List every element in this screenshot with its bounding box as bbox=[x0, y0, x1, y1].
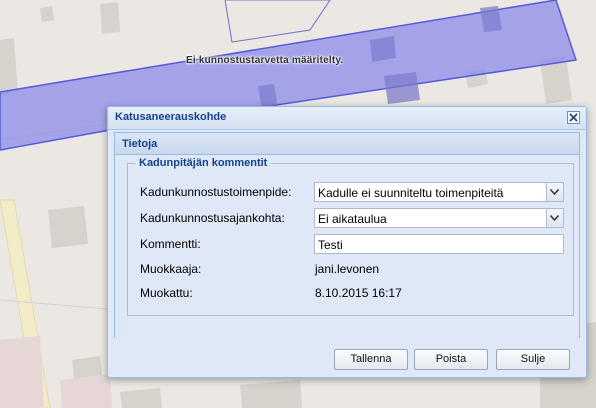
dialog-header[interactable]: Katusaneerauskohde bbox=[108, 107, 586, 130]
close-button[interactable]: Sulje bbox=[496, 349, 570, 370]
save-button[interactable]: Tallenna bbox=[334, 349, 408, 370]
map-building bbox=[224, 0, 331, 43]
ajankohta-value: Ei aikataulua bbox=[318, 212, 387, 226]
row-ajankohta: Kadunkunnostusajankohta: Ei aikataulua bbox=[140, 208, 570, 228]
muokkaaja-value: jani.levonen bbox=[315, 262, 380, 276]
map-building bbox=[240, 380, 302, 408]
comments-fieldset: Kadunpitäjän kommentit Kadunkunnostustoi… bbox=[127, 157, 574, 316]
kommentti-value: Testi bbox=[318, 238, 343, 252]
dialog-title: Katusaneerauskohde bbox=[115, 111, 227, 123]
map-building bbox=[60, 374, 112, 408]
katusaneerauskohde-dialog: Katusaneerauskohde Tietoja Kadunpitäjän … bbox=[107, 106, 587, 378]
chevron-down-icon[interactable] bbox=[546, 183, 563, 201]
map-area-label: Ei kunnostustarvetta määritelty. bbox=[186, 55, 344, 66]
map-building bbox=[100, 2, 120, 34]
row-kommentti: Kommentti: Testi bbox=[140, 234, 570, 254]
ajankohta-select[interactable]: Ei aikataulua bbox=[314, 208, 564, 228]
ajankohta-label: Kadunkunnostusajankohta: bbox=[140, 211, 285, 225]
toimenpide-select[interactable]: Kadulle ei suunniteltu toimenpiteitä bbox=[314, 182, 564, 202]
map-building bbox=[40, 6, 54, 22]
chevron-down-icon[interactable] bbox=[546, 209, 563, 227]
map-building bbox=[0, 38, 18, 96]
kommentti-label: Kommentti: bbox=[140, 237, 201, 251]
map-building bbox=[384, 72, 420, 104]
map-building bbox=[120, 388, 162, 408]
info-panel: Tietoja Kadunpitäjän kommentit Kadunkunn… bbox=[114, 132, 580, 338]
delete-button[interactable]: Poista bbox=[414, 349, 488, 370]
muokattu-value: 8.10.2015 16:17 bbox=[315, 286, 402, 300]
toimenpide-label: Kadunkunnostustoimenpide: bbox=[140, 185, 292, 199]
fieldset-legend: Kadunpitäjän kommentit bbox=[135, 157, 272, 169]
map-building bbox=[48, 206, 88, 248]
toimenpide-value: Kadulle ei suunniteltu toimenpiteitä bbox=[318, 186, 504, 200]
dialog-buttons: Tallenna Poista Sulje bbox=[108, 347, 586, 373]
muokkaaja-label: Muokkaaja: bbox=[140, 262, 202, 276]
map-building bbox=[224, 0, 331, 43]
row-muokkaaja: Muokkaaja: jani.levonen bbox=[140, 259, 570, 279]
kommentti-input[interactable]: Testi bbox=[314, 234, 564, 254]
panel-body: Kadunpitäjän kommentit Kadunkunnostustoi… bbox=[115, 155, 579, 338]
row-muokattu: Muokattu: 8.10.2015 16:17 bbox=[140, 283, 570, 303]
muokattu-label: Muokattu: bbox=[140, 286, 193, 300]
map-building bbox=[0, 336, 44, 408]
panel-title[interactable]: Tietoja bbox=[115, 133, 579, 155]
row-toimenpide: Kadunkunnostustoimenpide: Kadulle ei suu… bbox=[140, 182, 570, 202]
close-icon[interactable] bbox=[567, 111, 580, 124]
map-building bbox=[370, 36, 396, 62]
